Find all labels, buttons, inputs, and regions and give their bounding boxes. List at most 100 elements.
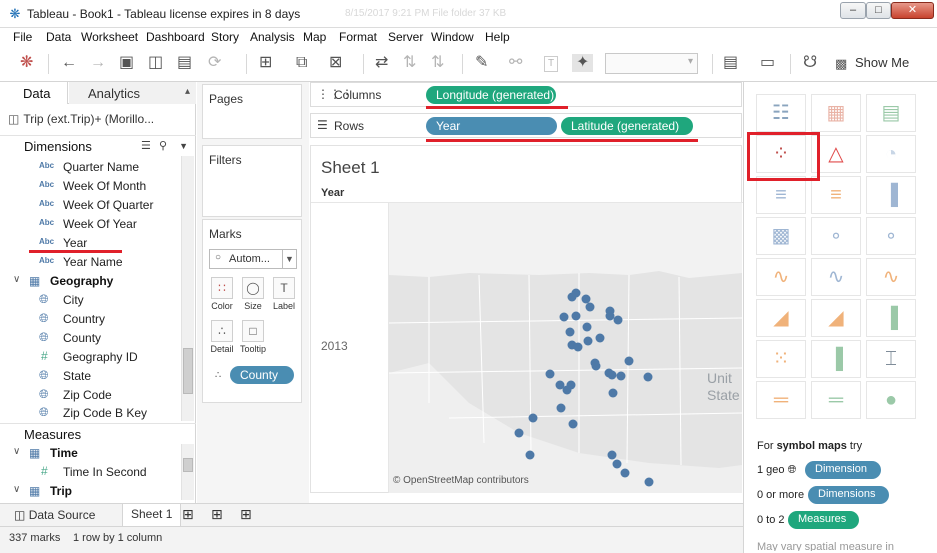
field-year-name[interactable]: Abc Year Name bbox=[0, 253, 180, 272]
refresh-icon[interactable]: ⟳ bbox=[208, 54, 221, 72]
rows-shelf[interactable]: ☰ Rows Year Latitude (generated) bbox=[310, 113, 742, 138]
view-as-list-icon[interactable]: ☰ bbox=[141, 140, 151, 152]
field-county[interactable]: 🌐︎ County bbox=[0, 329, 180, 348]
field-country[interactable]: 🌐︎ Country bbox=[0, 310, 180, 329]
map-mark[interactable] bbox=[565, 327, 575, 337]
field-state[interactable]: 🌐︎ State bbox=[0, 367, 180, 386]
redo-icon[interactable]: → bbox=[90, 54, 106, 72]
highlight-icon[interactable]: ✎ bbox=[475, 54, 488, 72]
show-me-heat-map[interactable]: ▦ bbox=[811, 94, 861, 132]
map-mark[interactable] bbox=[585, 302, 595, 312]
map-mark[interactable] bbox=[608, 388, 618, 398]
show-me-button[interactable]: Show Me bbox=[855, 55, 909, 70]
chevron-down-icon[interactable]: ▼ bbox=[282, 249, 296, 269]
show-me-area-discrete[interactable]: ◢ bbox=[811, 299, 861, 337]
row-value-2013[interactable]: 2013 bbox=[321, 339, 348, 353]
pause-updates-icon[interactable]: ▤ bbox=[177, 54, 192, 72]
sheet-title[interactable]: Sheet 1 bbox=[321, 158, 380, 178]
row-header-year[interactable]: Year bbox=[321, 187, 344, 199]
map-mark[interactable] bbox=[605, 311, 615, 321]
detail-button[interactable]: ∴ Detail bbox=[209, 320, 235, 356]
field-geography-id[interactable]: # Geography ID bbox=[0, 348, 180, 367]
menu-format[interactable]: Format bbox=[339, 30, 377, 44]
group-members-icon[interactable]: ⚯ bbox=[509, 54, 522, 72]
folder-time[interactable]: ∨ ▦ Time bbox=[0, 444, 180, 463]
map-mark[interactable] bbox=[604, 368, 614, 378]
folder-geography[interactable]: ∨ ▦ Geography bbox=[0, 272, 180, 291]
tab-data[interactable]: Data bbox=[0, 82, 68, 104]
show-me-box-whisker[interactable]: ⌶ bbox=[866, 340, 916, 378]
tab-analytics[interactable]: Analytics ▴ bbox=[69, 82, 196, 104]
show-me-horizontal-bars[interactable]: ≡ bbox=[756, 176, 806, 214]
show-me-packed-bubbles[interactable]: ● bbox=[866, 381, 916, 419]
map-mark[interactable] bbox=[528, 413, 538, 423]
show-me-text-table[interactable]: ☷ bbox=[756, 94, 806, 132]
show-me-histogram[interactable]: ▐ bbox=[811, 340, 861, 378]
menu-data[interactable]: Data bbox=[46, 30, 71, 44]
label-button[interactable]: T Label bbox=[271, 277, 297, 313]
map-mark[interactable] bbox=[573, 342, 583, 352]
show-me-line-discrete[interactable]: ∿ bbox=[811, 258, 861, 296]
field-week-of-quarter[interactable]: Abc Week Of Quarter bbox=[0, 196, 180, 215]
presentation-mode-icon[interactable]: ▭ bbox=[760, 54, 775, 72]
map-mark[interactable] bbox=[567, 292, 577, 302]
field-quarter-name[interactable]: Abc Quarter Name bbox=[0, 158, 180, 177]
fix-axes-icon[interactable]: ✦ bbox=[572, 54, 594, 72]
map-canvas[interactable]: Unit State bbox=[389, 203, 742, 493]
map-mark[interactable] bbox=[571, 311, 581, 321]
duplicate-sheet-icon[interactable]: ⧉ bbox=[296, 54, 307, 72]
field-zip-code-b-key[interactable]: 🌐︎ Zip Code B Key bbox=[0, 404, 180, 423]
show-me-highlight-table[interactable]: ▤ bbox=[866, 94, 916, 132]
show-mark-labels-icon[interactable]: T bbox=[544, 56, 559, 72]
dimensions-scrollbar[interactable] bbox=[181, 156, 194, 421]
field-city[interactable]: 🌐︎ City bbox=[0, 291, 180, 310]
save-icon[interactable]: ▣ bbox=[119, 54, 134, 72]
map-mark[interactable] bbox=[559, 312, 569, 322]
sort-descending-icon[interactable]: ⇅ bbox=[431, 54, 444, 72]
show-me-dual-combination[interactable]: ▐ bbox=[866, 299, 916, 337]
map-mark[interactable] bbox=[616, 371, 626, 381]
show-me-side-by-side-bars[interactable]: ▐ bbox=[866, 176, 916, 214]
tableau-home-icon[interactable]: ❋ bbox=[20, 54, 33, 72]
map-mark[interactable] bbox=[525, 450, 535, 460]
map-mark[interactable] bbox=[583, 336, 593, 346]
new-worksheet-icon[interactable]: ⊞ bbox=[259, 54, 272, 72]
color-button[interactable]: ∷ Color bbox=[209, 277, 235, 313]
undo-icon[interactable]: ← bbox=[61, 54, 77, 72]
map-mark[interactable] bbox=[568, 419, 578, 429]
map-attribution[interactable]: © OpenStreetMap contributors bbox=[393, 475, 529, 486]
field-time-in-second[interactable]: # Time In Second bbox=[0, 463, 180, 482]
map-mark[interactable] bbox=[620, 468, 630, 478]
scrollbar-thumb[interactable] bbox=[183, 348, 193, 394]
menu-dashboard[interactable]: Dashboard bbox=[146, 30, 205, 44]
show-me-area-continuous[interactable]: ◢ bbox=[756, 299, 806, 337]
map-mark[interactable] bbox=[624, 356, 634, 366]
show-me-dual-lines[interactable]: ∿ bbox=[866, 258, 916, 296]
menu-story[interactable]: Story bbox=[211, 30, 239, 44]
show-me-side-by-side-circles[interactable]: ∘ bbox=[866, 217, 916, 255]
show-cards-icon[interactable]: ▤ bbox=[723, 54, 738, 72]
show-me-circle-views[interactable]: ∘ bbox=[811, 217, 861, 255]
chevron-down-icon[interactable]: ∨ bbox=[13, 274, 20, 285]
search-icon[interactable]: ⚲ bbox=[159, 140, 167, 152]
field-zip-code[interactable]: 🌐︎ Zip Code bbox=[0, 386, 180, 405]
show-me-treemap[interactable]: ▩ bbox=[756, 217, 806, 255]
columns-shelf[interactable]: ⋮⋮⋮ Columns Longitude (generated) bbox=[310, 82, 742, 107]
scrollbar-thumb[interactable] bbox=[183, 458, 193, 472]
show-me-stacked-bars[interactable]: ≡ bbox=[811, 176, 861, 214]
filters-card[interactable]: Filters bbox=[202, 145, 302, 217]
map-mark[interactable] bbox=[545, 369, 555, 379]
menu-analysis[interactable]: Analysis bbox=[250, 30, 295, 44]
maximize-button[interactable]: □ bbox=[866, 2, 891, 19]
close-button[interactable]: ✕ bbox=[891, 2, 934, 19]
folder-trip[interactable]: ∨ ▦ Trip bbox=[0, 482, 180, 501]
map-mark[interactable] bbox=[582, 322, 592, 332]
sheet1-tab[interactable]: Sheet 1 bbox=[122, 504, 182, 527]
map-mark[interactable] bbox=[644, 477, 654, 487]
map-mark[interactable] bbox=[612, 459, 622, 469]
menu-help[interactable]: Help bbox=[485, 30, 510, 44]
new-dashboard-icon[interactable]: ⊞ bbox=[211, 506, 223, 523]
measures-scrollbar[interactable] bbox=[181, 444, 194, 500]
year-pill[interactable]: Year bbox=[426, 117, 557, 135]
size-button[interactable]: ◯ Size bbox=[240, 277, 266, 313]
